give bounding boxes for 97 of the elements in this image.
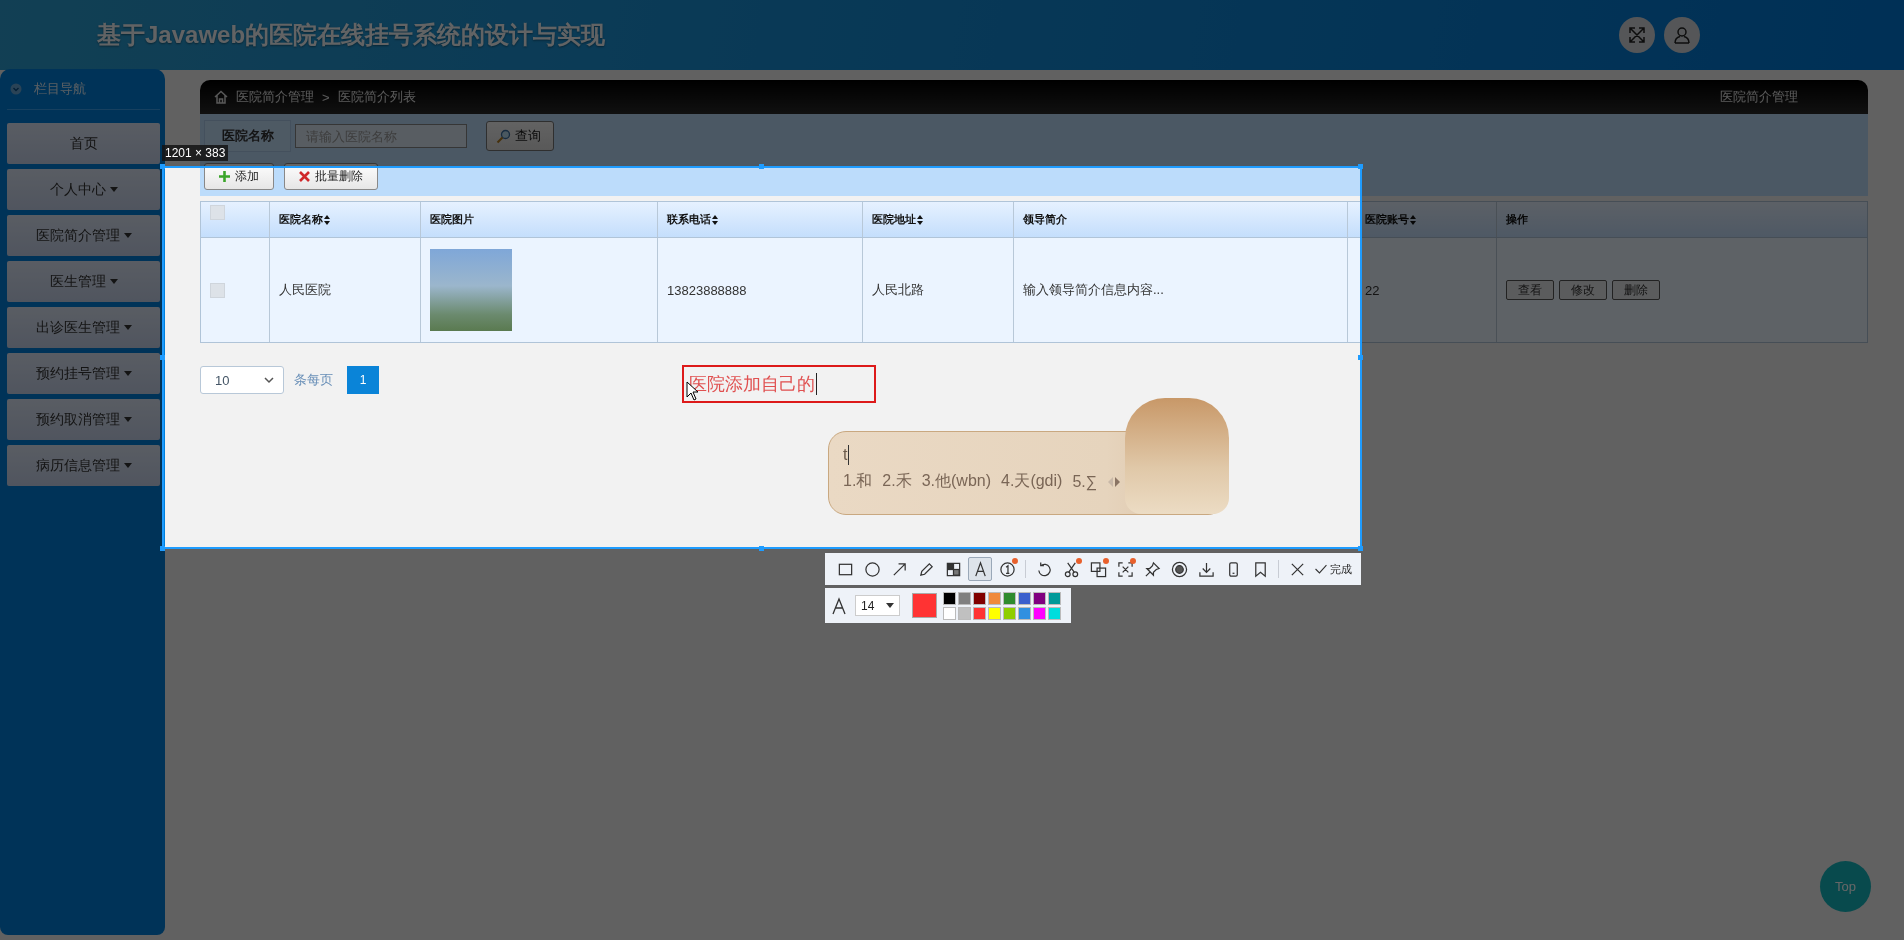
ime-candidate[interactable]: 3.他(wbn) [921,471,992,492]
sidebar-title: 栏目导航 [34,80,86,98]
column-header[interactable]: 医院名称 [279,212,323,227]
search-button[interactable]: 查询 [486,121,554,151]
chevron-icon [264,376,274,384]
font-icon [831,596,847,615]
sidebar-item[interactable]: 医生管理 [7,261,160,302]
pin-icon [1143,560,1161,578]
user-button[interactable] [1664,17,1700,53]
delete-button[interactable]: 批量删除 [284,163,378,190]
resize-handle[interactable] [1358,546,1363,551]
undo-icon [1035,560,1053,578]
color-swatch[interactable] [958,591,971,605]
breadcrumb-current: 医院简介列表 [337,88,416,106]
column-header: 操作 [1506,212,1528,227]
delete-button[interactable]: 删除 [1612,280,1660,300]
back-to-top-button[interactable]: Top [1820,861,1871,912]
color-swatch[interactable] [943,606,956,620]
plus-icon [219,171,230,182]
resize-handle[interactable] [160,355,165,360]
cross-icon [299,171,310,182]
edit-button[interactable]: 修改 [1559,280,1607,300]
add-button[interactable]: 添加 [204,163,274,190]
color-swatch[interactable] [1018,591,1031,605]
table-cell: 人民北路 [872,281,924,299]
ime-candidate[interactable]: 1.和 [843,471,873,492]
sort-icon[interactable] [917,214,923,225]
color-swatch[interactable] [973,606,986,620]
column-header: 医院图片 [430,212,474,227]
column-header[interactable]: 医院账号 [1365,212,1409,227]
current-color-swatch[interactable] [912,593,937,618]
view-button[interactable]: 查看 [1506,280,1554,300]
resize-handle[interactable] [160,546,165,551]
check-icon [1314,562,1328,576]
color-swatch[interactable] [988,606,1001,620]
site-title: 基于Javaweb的医院在线挂号系统的设计与实现 [97,20,607,50]
pencil-icon [917,560,935,578]
record-icon [1170,560,1188,578]
ime-candidate[interactable]: 4.天(gdi) [1001,471,1063,492]
color-swatch[interactable] [1033,606,1046,620]
color-swatch[interactable] [1048,591,1061,605]
ellipse-icon [863,560,881,578]
search-icon [496,128,511,144]
per-page-label: 条每页 [294,371,333,389]
color-swatch[interactable] [1018,606,1031,620]
table-cell: 输入领导简介信息内容... [1023,281,1164,299]
sort-icon[interactable] [712,214,718,225]
fullscreen-button[interactable] [1619,17,1655,53]
color-swatch[interactable] [958,606,971,620]
color-swatch[interactable] [1033,591,1046,605]
sidebar-item[interactable]: 预约挂号管理 [7,353,160,394]
sort-icon[interactable] [324,214,330,225]
sidebar-item[interactable]: 个人中心 [7,169,160,210]
ime-candidate[interactable]: 2.禾 [882,471,912,492]
resize-handle[interactable] [160,164,165,169]
column-header[interactable]: 联系电话 [667,212,711,227]
table-cell: 13823888888 [667,282,747,298]
resize-handle[interactable] [1358,355,1363,360]
breadcrumb-link[interactable]: 医院简介管理 [236,88,314,106]
color-swatch[interactable] [1003,591,1016,605]
sidebar-item[interactable]: 病历信息管理 [7,445,160,486]
color-swatch[interactable] [1048,606,1061,620]
sidebar-item[interactable]: 医院简介管理 [7,215,160,256]
column-header: 领导简介 [1023,212,1067,227]
caret-icon [886,603,894,608]
breadcrumb-separator: > [322,89,330,105]
color-swatch[interactable] [1003,606,1016,620]
checkbox[interactable] [210,205,225,220]
sidebar-item[interactable]: 首页 [7,123,160,164]
resize-handle[interactable] [759,546,764,551]
resize-handle[interactable] [759,164,764,169]
user-icon [1672,25,1692,45]
resize-handle[interactable] [1358,164,1363,169]
color-swatch[interactable] [988,591,1001,605]
page-button[interactable]: 1 [347,366,379,394]
home-icon[interactable] [214,90,228,104]
column-header[interactable]: 医院地址 [872,212,916,227]
sidebar-item[interactable]: 预约取消管理 [7,399,160,440]
scissors-icon [1062,560,1080,578]
download-icon [1197,560,1215,578]
nav-icon [10,83,22,95]
color-swatch[interactable] [973,591,986,605]
sidebar-item[interactable]: 出诊医生管理 [7,307,160,348]
done-button[interactable]: 完成 [1312,561,1354,577]
page-arrows-icon[interactable] [1107,475,1122,488]
text-tool[interactable] [968,557,992,581]
page-title: 医院简介管理 [1720,88,1798,106]
color-swatch[interactable] [943,591,956,605]
table-cell: 22 [1365,282,1380,298]
number-icon [998,560,1016,578]
ime-candidate[interactable]: 5.∑ [1072,472,1098,491]
expand-icon [1627,25,1647,45]
font-size-select[interactable]: 14 [855,595,900,616]
table-cell: 人民医院 [279,281,331,299]
page-size-select[interactable]: 10 [200,366,284,394]
mosaic-icon [944,560,962,578]
checkbox[interactable] [210,282,225,298]
